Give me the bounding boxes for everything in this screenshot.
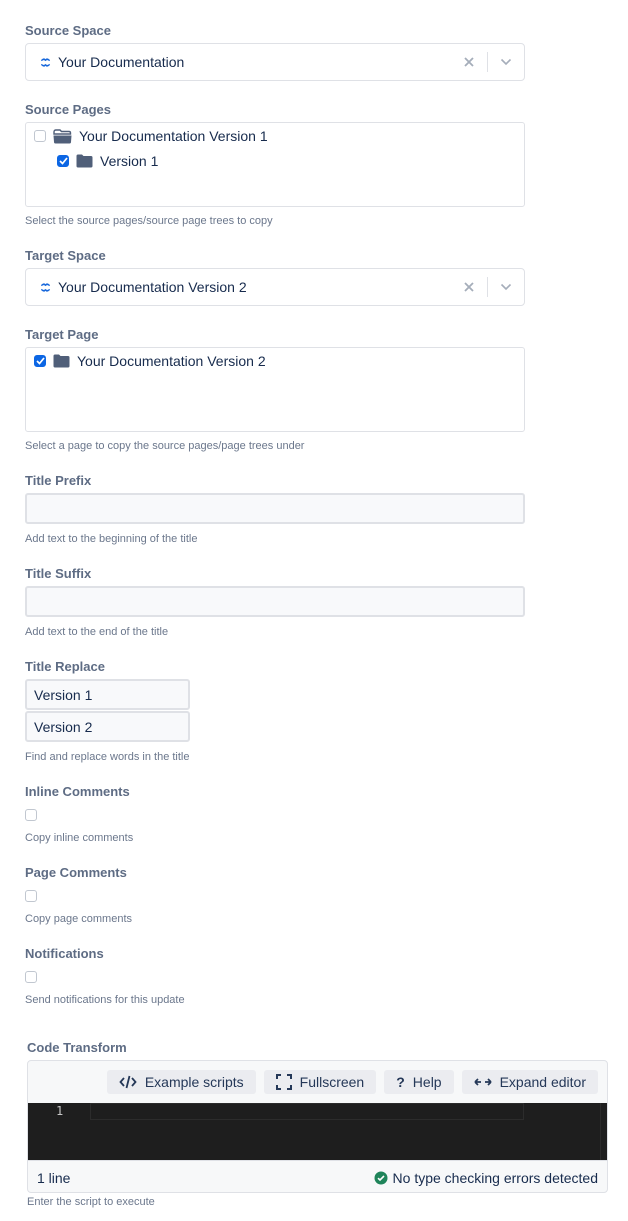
page-comments-label: Page Comments: [25, 865, 127, 880]
confluence-space-icon: [38, 57, 52, 68]
tree-item-checkbox[interactable]: [34, 130, 46, 142]
target-page-help: Select a page to copy the source pages/p…: [25, 440, 305, 452]
code-transform-help: Enter the script to execute: [27, 1196, 155, 1208]
question-icon: ?: [396, 1074, 405, 1090]
code-area[interactable]: 1: [28, 1103, 607, 1160]
fullscreen-label: Fullscreen: [299, 1074, 365, 1090]
inline-comments-help: Copy inline comments: [25, 832, 134, 844]
folder-open-icon: [53, 128, 72, 144]
source-pages-label: Source Pages: [25, 102, 111, 117]
source-space-label: Source Space: [25, 23, 111, 38]
source-pages-tree: Your Documentation Version 1 Version 1: [25, 122, 525, 207]
tree-item[interactable]: Your Documentation Version 1: [34, 126, 268, 146]
inline-comments-checkbox[interactable]: [25, 809, 37, 821]
fullscreen-button[interactable]: Fullscreen: [263, 1070, 377, 1094]
title-replace-replace-input[interactable]: Version 2: [25, 711, 190, 742]
expand-editor-button[interactable]: Expand editor: [461, 1070, 598, 1094]
current-line-highlight: [90, 1103, 524, 1120]
tree-item-label: Your Documentation Version 2: [77, 353, 266, 369]
clear-icon[interactable]: [459, 277, 479, 297]
inline-comments-label: Inline Comments: [25, 784, 130, 799]
fullscreen-icon: [275, 1074, 292, 1090]
target-space-select[interactable]: Your Documentation Version 2: [25, 268, 525, 306]
source-space-select[interactable]: Your Documentation: [25, 43, 525, 81]
code-transform-label: Code Transform: [27, 1040, 127, 1055]
example-scripts-label: Example scripts: [144, 1074, 244, 1090]
notifications-help: Send notifications for this update: [25, 994, 185, 1006]
title-suffix-input[interactable]: [25, 586, 525, 617]
notifications-label: Notifications: [25, 946, 104, 961]
line-number: 1: [56, 1104, 64, 1118]
line-count: 1 line: [37, 1169, 71, 1186]
title-prefix-label: Title Prefix: [25, 473, 92, 488]
title-replace-find-input[interactable]: Version 1: [25, 679, 190, 710]
code-editor: Example scripts Fullscreen ? Help Expand…: [27, 1060, 608, 1193]
clear-icon[interactable]: [459, 52, 479, 72]
type-check-status: No type checking errors detected: [374, 1170, 598, 1186]
tree-item-label: Your Documentation Version 1: [79, 128, 268, 144]
tree-item-checkbox[interactable]: [57, 155, 69, 167]
help-label: Help: [412, 1074, 442, 1090]
title-replace-help: Find and replace words in the title: [25, 751, 190, 763]
target-space-label: Target Space: [25, 248, 106, 263]
chevron-down-icon[interactable]: [488, 44, 524, 80]
check-circle-icon: [374, 1171, 388, 1185]
editor-scrollbar[interactable]: [600, 1103, 601, 1160]
target-space-value: Your Documentation Version 2: [58, 279, 247, 295]
code-icon: [119, 1075, 137, 1089]
chevron-down-icon[interactable]: [488, 269, 524, 305]
expand-editor-label: Expand editor: [499, 1074, 586, 1090]
target-page-tree: Your Documentation Version 2: [25, 347, 525, 432]
type-check-text: No type checking errors detected: [392, 1169, 598, 1186]
tree-item-checkbox[interactable]: [34, 355, 46, 367]
tree-item-label: Version 1: [100, 153, 159, 169]
folder-icon: [76, 154, 93, 168]
title-prefix-help: Add text to the beginning of the title: [25, 533, 198, 545]
editor-toolbar: Example scripts Fullscreen ? Help Expand…: [28, 1061, 607, 1103]
confluence-space-icon: [38, 282, 52, 293]
tree-item[interactable]: Your Documentation Version 2: [34, 351, 266, 371]
notifications-checkbox[interactable]: [25, 971, 37, 983]
target-page-label: Target Page: [25, 327, 99, 342]
title-prefix-input[interactable]: [25, 493, 525, 524]
title-replace-label: Title Replace: [25, 659, 105, 674]
editor-status-bar: 1 line No type checking errors detected: [28, 1160, 607, 1192]
source-space-value: Your Documentation: [58, 54, 185, 70]
source-pages-help: Select the source pages/source page tree…: [25, 215, 273, 227]
page-comments-help: Copy page comments: [25, 913, 132, 925]
title-suffix-label: Title Suffix: [25, 566, 92, 581]
title-suffix-help: Add text to the end of the title: [25, 626, 169, 638]
folder-icon: [53, 354, 70, 368]
help-button[interactable]: ? Help: [384, 1070, 454, 1094]
expand-horizontal-icon: [473, 1077, 492, 1087]
tree-item[interactable]: Version 1: [57, 151, 158, 171]
page-comments-checkbox[interactable]: [25, 890, 37, 902]
example-scripts-button[interactable]: Example scripts: [106, 1070, 256, 1094]
